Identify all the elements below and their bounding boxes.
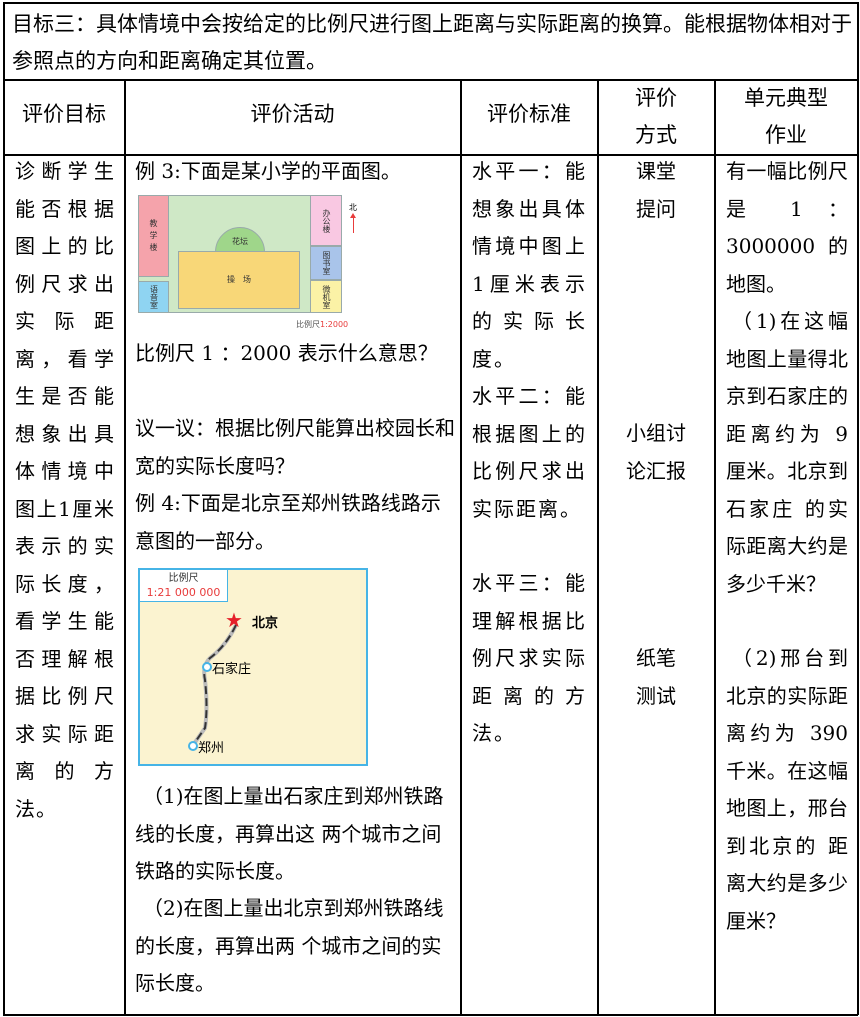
homework-question-2: （2)邢台到北京的实际距离约为 390 千米。在这幅地图上，邢台到北京的 距离大…	[726, 646, 848, 933]
example-4-text: 例 4:下面是北京至郑州铁路线路示意图的一部分。	[135, 491, 441, 553]
column-divider-4	[714, 79, 716, 1015]
plan-library: 图书室	[310, 246, 342, 280]
header-homework: 单元典型 作业	[715, 80, 857, 154]
header-eval-method-line2: 方式	[635, 123, 677, 147]
column-divider-2	[460, 79, 462, 1015]
discussion-text: 议一议：根据比例尺能算出校园长和宽的实际长度吗？	[135, 416, 455, 478]
plan-language-room: 语音室	[138, 281, 169, 313]
method-2-line2: 论汇报	[626, 458, 686, 483]
header-homework-line2: 作业	[765, 123, 807, 147]
column-divider-1	[124, 79, 126, 1015]
question-scale-meaning: 比例尺 1 ：2000 表示什么意思？	[135, 341, 438, 365]
method-3-line1: 纸笔	[636, 646, 676, 670]
header-eval-goal: 评价目标	[22, 102, 106, 126]
plan-scale-value: 1:2000	[320, 320, 349, 329]
header-eval-standard: 评价标准	[487, 102, 571, 126]
zhengzhou-dot-icon	[188, 741, 198, 751]
city-zhengzhou: 郑州	[198, 741, 225, 756]
method-classroom-questioning: 课堂 提问	[598, 153, 714, 228]
task-2-text: （2)在图上量出北京到郑州铁路线的长度，再算出两 个城市之间的实际长度。	[135, 896, 444, 995]
method-2-line1: 小组讨	[626, 421, 686, 445]
header-homework-line1: 单元典型	[744, 86, 828, 110]
header-eval-method-line1: 评价	[635, 86, 677, 110]
standard-level-3: 水平三：能理解根据比例尺求实际距离的方法。	[472, 571, 587, 745]
railway-map: 比例尺 1:21 000 000 ★ 北京 石家庄 郑州	[138, 568, 368, 766]
school-floor-plan: 教 学 楼 语音室 花坛 操 场 办公楼 图书室 微机室 北 比例尺1:2000	[138, 195, 368, 333]
example-3-text: 例 3:下面是某小学的平面图。	[135, 159, 401, 183]
method-1-line2: 提问	[636, 196, 676, 221]
table-border-top	[3, 2, 858, 4]
shijiazhuang-dot-icon	[202, 662, 212, 672]
plan-teaching-building: 教 学 楼	[138, 195, 169, 277]
header-eval-activity: 评价活动	[250, 102, 335, 126]
homework-intro: 有一幅比例尺是 1 ：3000000 的地图。	[726, 159, 848, 296]
beijing-star-icon: ★	[225, 608, 243, 632]
table-border-bottom	[3, 1014, 858, 1016]
north-arrow-head-icon	[350, 213, 356, 218]
city-beijing: 北京	[252, 616, 279, 631]
north-label: 北	[349, 203, 357, 212]
method-written-test: 纸笔 测试	[598, 640, 714, 715]
plan-office-building: 办公楼	[310, 195, 342, 246]
city-shijiazhuang: 石家庄	[212, 662, 252, 677]
plan-scale-label: 比例尺	[296, 320, 320, 329]
task-1-text: （1)在图上量出石家庄到郑州铁路线的长度，再算出这 两个城市之间铁路的实际长度。	[135, 784, 444, 883]
plan-computer-room: 微机室	[310, 280, 342, 313]
table-border-left	[3, 2, 5, 1015]
standard-level-2: 水平二：能根据图上的比例尺求出实际距离。	[472, 384, 587, 521]
homework-question-1: （1)在这幅地图上量得北京到石家庄的距离约为 9 厘米。北京到石家庄 的实际距离…	[726, 309, 848, 596]
method-1-line1: 课堂	[636, 159, 676, 183]
header-eval-method: 评价 方式	[598, 80, 714, 154]
method-3-line2: 测试	[636, 683, 676, 708]
method-group-report: 小组讨 论汇报	[598, 415, 714, 490]
plan-scale: 比例尺1:2000	[296, 319, 348, 330]
railway-line	[189, 624, 238, 750]
goal-statement: 目标三：具体情境中会按给定的比例尺进行图上距离与实际距离的换算。能根据物体相对于…	[12, 12, 852, 73]
plan-playground: 操 场	[178, 251, 300, 309]
standard-level-1: 水平一：能想象出具体情境中图上1厘米表示的实际长度。	[472, 159, 587, 371]
table-border-right	[857, 2, 859, 1015]
eval-goal-text: 诊断学生能否根据图上的比例尺求出实际距离，看学生是否能想象出具体情境中图上1厘米…	[15, 159, 115, 821]
